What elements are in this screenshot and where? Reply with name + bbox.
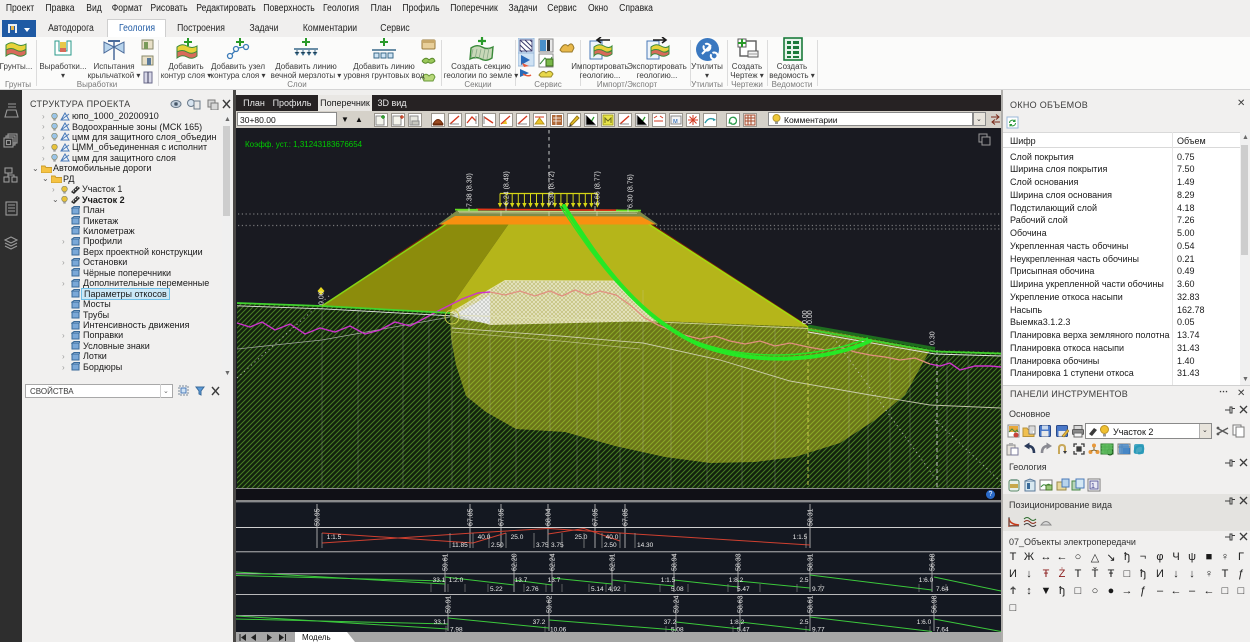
svg-text:58.33: 58.33: [736, 553, 743, 571]
svg-text:5.22: 5.22: [490, 586, 503, 593]
svg-text:59.24: 59.24: [674, 595, 681, 613]
svg-text:59.95: 59.95: [315, 508, 322, 526]
svg-text:0.30: 0.30: [930, 331, 937, 345]
svg-text:0.00: 0.00: [807, 310, 814, 324]
svg-text:67.85: 67.85: [623, 508, 630, 526]
svg-text:Коэфф. уст.: 1,31243183676654: Коэфф. уст.: 1,31243183676654: [245, 140, 363, 149]
svg-text:1:8.2: 1:8.2: [729, 577, 744, 584]
svg-text:62.24: 62.24: [550, 553, 557, 571]
svg-text:62.20: 62.20: [512, 553, 519, 571]
svg-text:1:1.5: 1:1.5: [661, 577, 676, 584]
svg-text:5.30 (8.72): 5.30 (8.72): [549, 171, 556, 205]
svg-text:59.91: 59.91: [446, 595, 453, 613]
svg-text:58.63: 58.63: [738, 595, 745, 613]
svg-text:3.75: 3.75: [536, 542, 549, 549]
svg-text:58.31: 58.31: [808, 508, 815, 526]
svg-text:7.38 (8.30): 7.38 (8.30): [467, 173, 474, 207]
svg-text:4.92: 4.92: [608, 586, 621, 593]
svg-text:67.95: 67.95: [593, 508, 600, 526]
svg-text:33.1: 33.1: [433, 577, 446, 584]
svg-text:1:6.0: 1:6.0: [919, 577, 934, 584]
svg-text:13.7: 13.7: [515, 577, 528, 584]
svg-text:67.85: 67.85: [468, 508, 475, 526]
svg-text:25.0: 25.0: [575, 534, 588, 541]
svg-text:1:2.0: 1:2.0: [449, 577, 464, 584]
svg-text:11.85: 11.85: [452, 542, 468, 549]
svg-text:5.47: 5.47: [737, 586, 750, 593]
svg-text:58.94: 58.94: [672, 553, 679, 571]
svg-text:5.66 (8.77): 5.66 (8.77): [595, 171, 602, 205]
svg-text:2.5: 2.5: [799, 577, 808, 584]
svg-text:56.98: 56.98: [932, 595, 939, 613]
svg-text:1:6.0: 1:6.0: [917, 619, 932, 626]
svg-text:68.04: 68.04: [546, 508, 553, 526]
svg-text:59.62: 59.62: [547, 595, 554, 613]
svg-text:13.7: 13.7: [548, 577, 561, 584]
svg-text:62.31: 62.31: [610, 553, 617, 571]
svg-text:0.00: 0.00: [319, 291, 326, 305]
svg-text:6.24 (8.49): 6.24 (8.49): [504, 171, 511, 205]
svg-text:58.31: 58.31: [808, 553, 815, 571]
svg-text:2.5: 2.5: [799, 619, 808, 626]
svg-text:м: м: [673, 118, 678, 125]
svg-text:67.95: 67.95: [499, 508, 506, 526]
svg-text:9.77: 9.77: [812, 586, 825, 593]
svg-text:5.08: 5.08: [671, 586, 684, 593]
svg-text:7.64: 7.64: [936, 586, 949, 593]
svg-text:25.0: 25.0: [511, 534, 524, 541]
svg-text:2.50: 2.50: [491, 542, 504, 549]
svg-text:2.50: 2.50: [604, 542, 617, 549]
svg-text:14.30: 14.30: [637, 542, 654, 549]
svg-text:1:1.5: 1:1.5: [793, 534, 808, 541]
svg-text:33.1: 33.1: [434, 619, 447, 626]
svg-text:1:1.5: 1:1.5: [327, 534, 342, 541]
svg-text:40.0: 40.0: [606, 534, 619, 541]
svg-text:2.76: 2.76: [526, 586, 539, 593]
svg-text:37.2: 37.2: [664, 619, 677, 626]
svg-text:59.61: 59.61: [443, 553, 450, 571]
svg-text:37.2: 37.2: [533, 619, 546, 626]
svg-text:5.14: 5.14: [591, 586, 604, 593]
svg-text:56.68: 56.68: [930, 553, 937, 571]
svg-text:58.61: 58.61: [808, 595, 815, 613]
svg-text:1: 1: [1091, 483, 1095, 490]
svg-text:1:8.2: 1:8.2: [730, 619, 745, 626]
svg-text:6.30 (8.76): 6.30 (8.76): [628, 174, 635, 208]
